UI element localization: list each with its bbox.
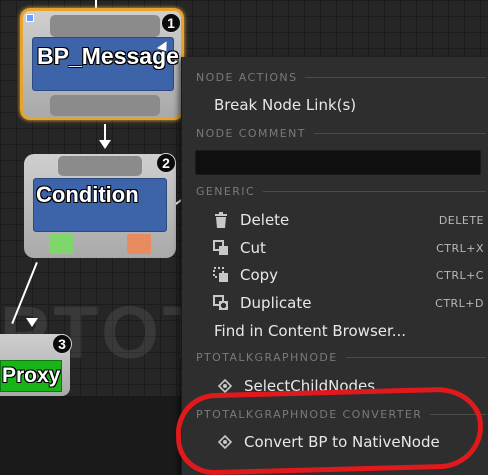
menu-item-duplicate[interactable]: Duplicate CTRL+D [210,290,484,316]
menu-item-cut[interactable]: Cut CTRL+X [210,235,484,261]
highlight-annotation-circle [174,385,485,475]
menu-item-copy[interactable]: Copy CTRL+C [210,262,484,288]
menu-item-delete[interactable]: Delete DELETE [210,207,484,233]
copy-icon [210,266,232,284]
node-index-badge: 1 [161,13,181,33]
graph-node-condition[interactable]: Condition [24,154,176,258]
section-header-node-actions: NODE ACTIONS [196,69,486,85]
node-title: Condition [36,182,139,207]
cut-icon [210,239,232,257]
node-index-badge: 2 [156,153,176,173]
section-header-generic: GENERIC [196,183,486,199]
node-type-icon [26,14,34,22]
node-title: Proxy [2,364,61,387]
wire-arrow-head [99,140,111,149]
node-input-slot[interactable] [50,15,160,37]
trash-icon [210,211,232,229]
wire-top [95,0,97,8]
duplicate-icon [210,294,232,312]
node-output-slot[interactable] [50,95,160,116]
node-comment-input[interactable] [195,150,481,175]
wire-arrow-head-2 [26,318,38,327]
condition-false-pin[interactable] [127,234,151,254]
graph-node-bp-message[interactable]: BP_Message [20,8,184,120]
section-header-node-comment: NODE COMMENT [196,125,486,141]
menu-item-find-in-content-browser[interactable]: Find in Content Browser... [214,318,486,344]
condition-true-pin[interactable] [49,234,73,254]
node-input-slot[interactable] [58,156,142,176]
node-index-badge: 3 [52,334,72,354]
section-header-graph-node: PTOTALKGRAPHNODE [196,349,486,365]
menu-item-break-node-links[interactable]: Break Node Link(s) [214,92,486,118]
